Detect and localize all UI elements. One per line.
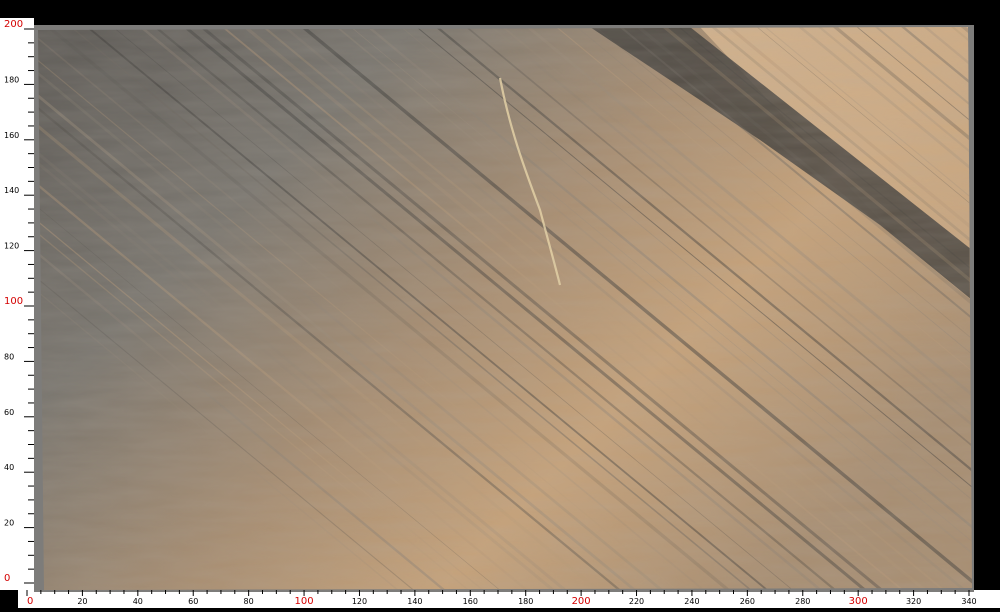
y-ruler-label: 20 [4, 519, 14, 528]
slab-streak [976, 20, 1000, 600]
x-ruler-label: 80 [244, 597, 254, 606]
y-ruler-label: 80 [4, 352, 14, 361]
x-ruler-label: 260 [740, 597, 755, 606]
x-ruler-label: 320 [906, 597, 921, 606]
x-ruler-label: 280 [795, 597, 810, 606]
y-ruler-label: 200 [4, 19, 23, 30]
slab-canvas: 0 20 40 60 80 100 120 140 160 180 200 220 240 260 280 3… [0, 18, 1000, 608]
x-ruler-label: 220 [629, 597, 644, 606]
y-ruler-label: 180 [4, 75, 19, 84]
x-ruler-label: 100 [295, 596, 314, 607]
y-ruler-label: 120 [4, 242, 19, 251]
y-ruler-label: 100 [4, 296, 23, 307]
y-ruler-label: 40 [4, 463, 14, 472]
x-ruler-label: 120 [352, 597, 367, 606]
y-ruler-label: 160 [4, 131, 19, 140]
y-ruler-label: 0 [4, 573, 10, 584]
y-ruler-label: 140 [4, 186, 19, 195]
x-ruler-label: 300 [849, 596, 868, 607]
slab-photo-with-rulers: 0 20 40 60 80 100 120 140 160 180 200 220 240 260 280 3… [0, 0, 1000, 608]
x-ruler-label: 40 [133, 597, 143, 606]
x-ruler-label: 180 [518, 597, 533, 606]
x-ruler-label: 140 [407, 597, 422, 606]
x-ruler-label: 160 [463, 597, 478, 606]
x-ruler-label: 240 [684, 597, 699, 606]
y-ruler-label: 60 [4, 408, 14, 417]
x-ruler-label: 0 [27, 596, 33, 607]
x-ruler-label: 340 [961, 597, 976, 606]
stone-slab [34, 20, 1000, 600]
x-ruler-label: 200 [572, 596, 591, 607]
x-ruler-label: 60 [188, 597, 198, 606]
x-ruler-label: 20 [77, 597, 87, 606]
